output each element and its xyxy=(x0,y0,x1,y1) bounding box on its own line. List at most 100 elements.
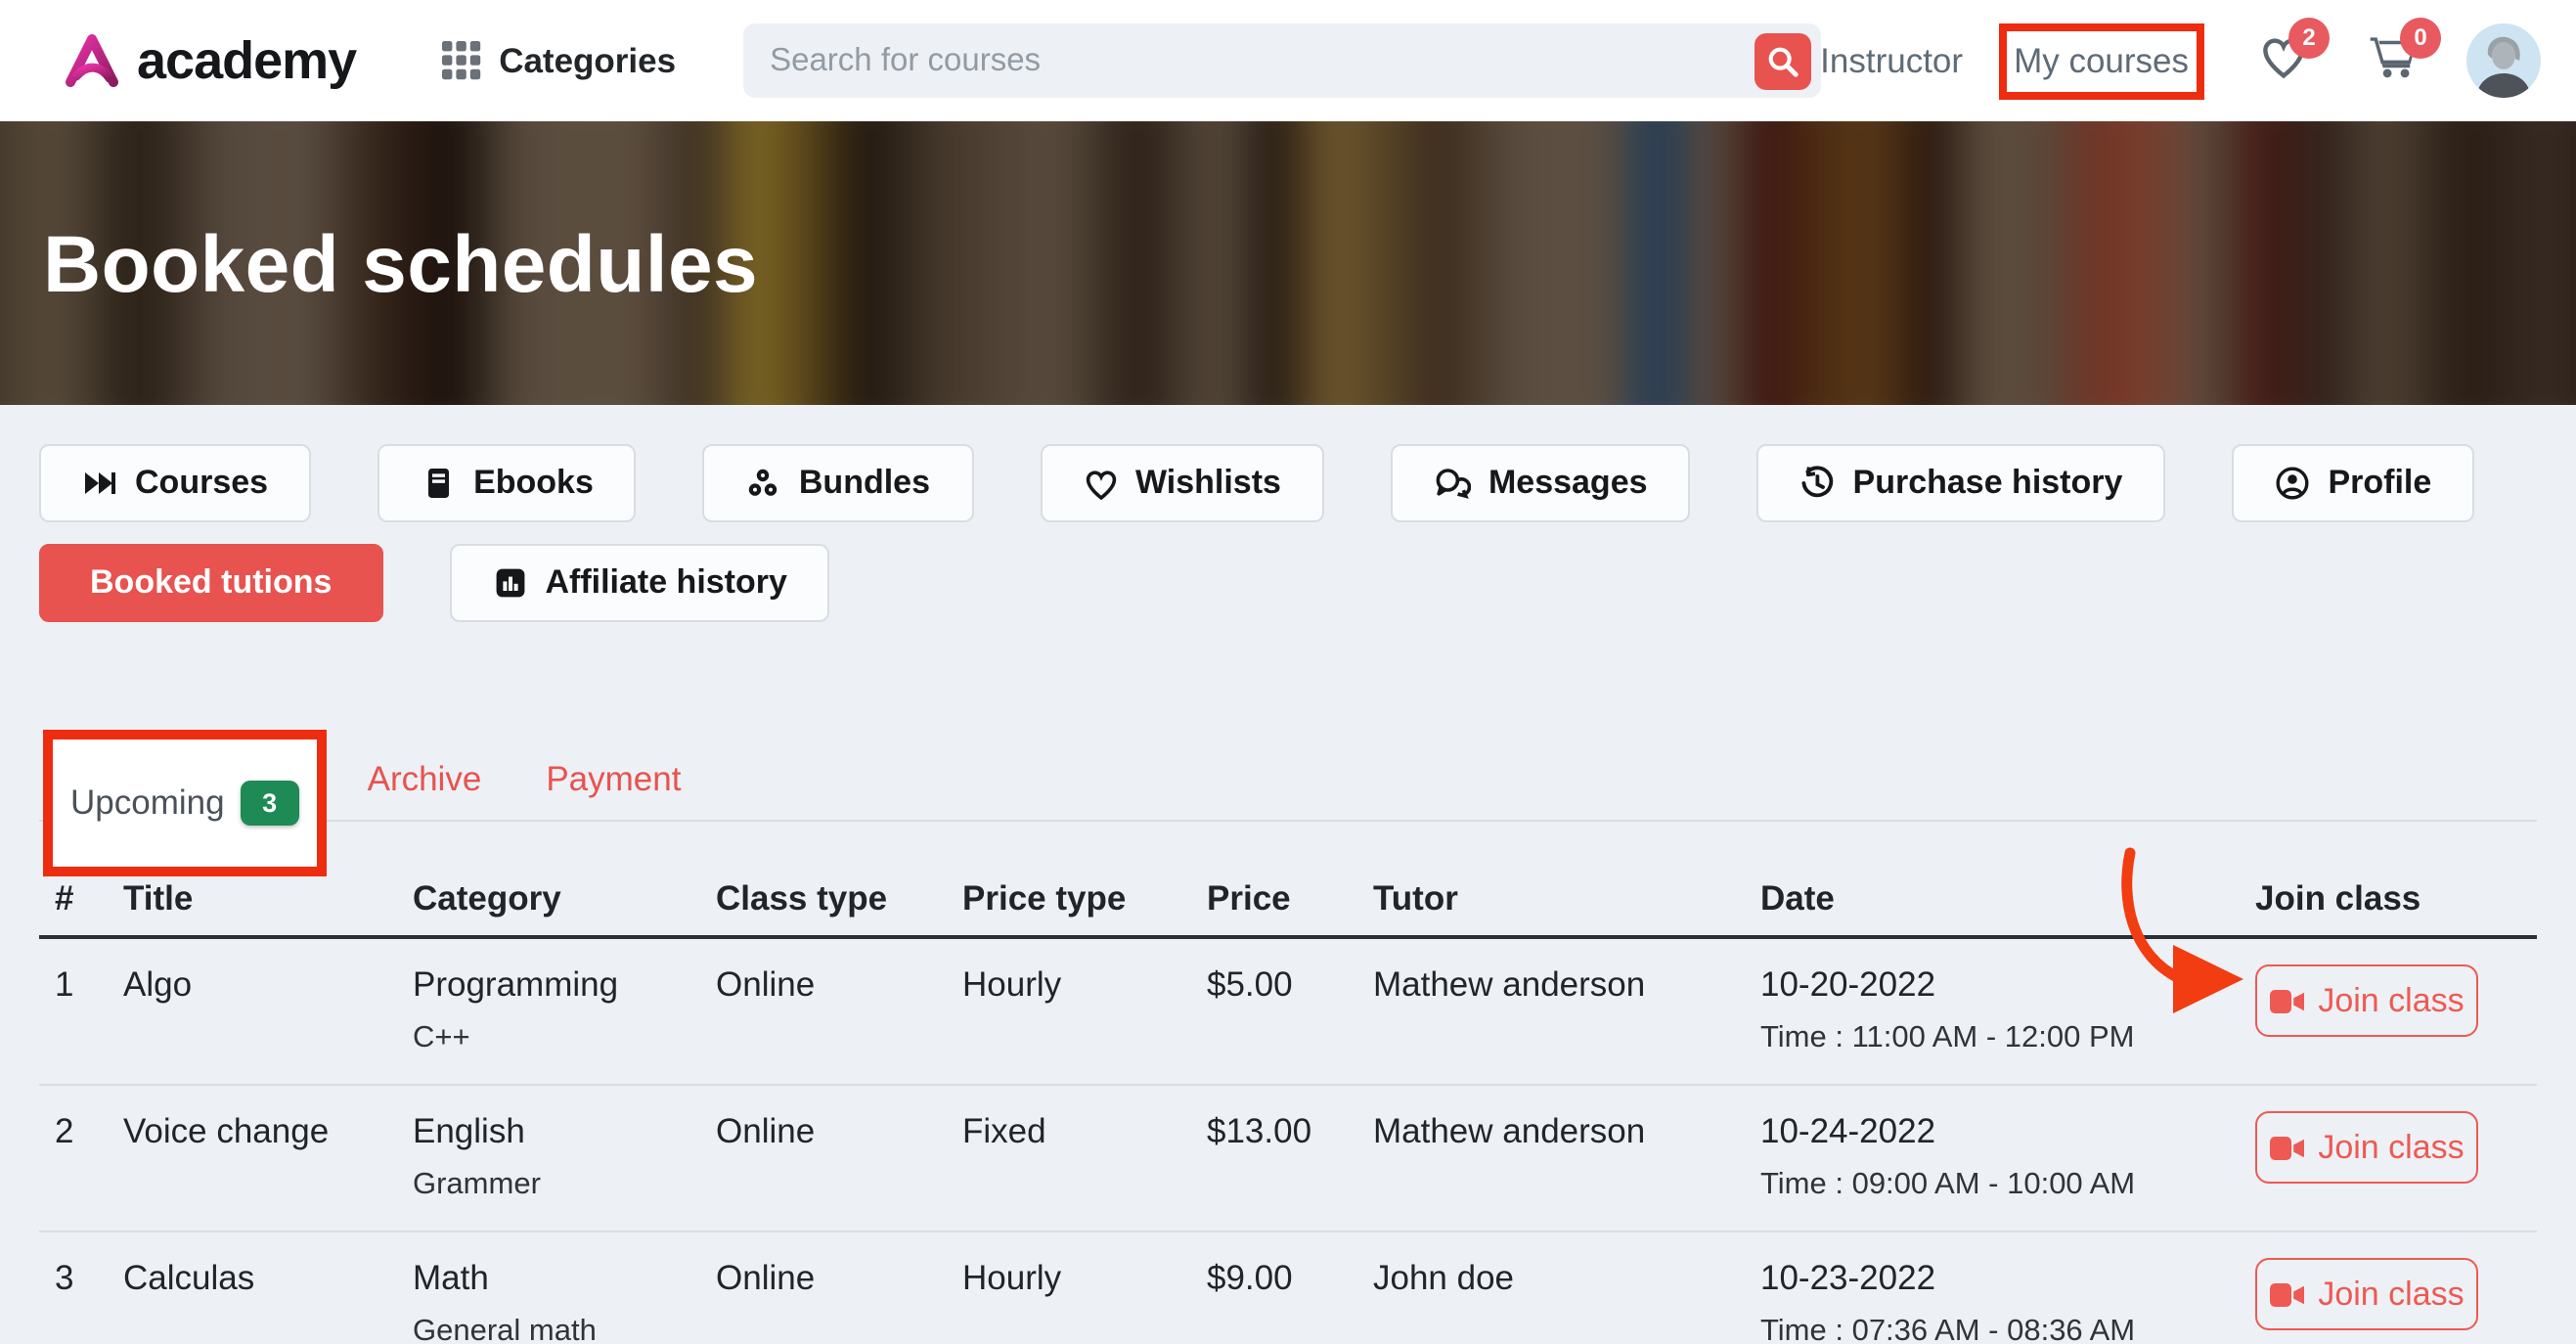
tab-payment[interactable]: Payment xyxy=(546,739,681,800)
table-header: # Title Category Class type Price type P… xyxy=(39,878,2537,939)
video-camera-icon xyxy=(2269,1280,2306,1308)
bar-chart-icon xyxy=(492,565,527,601)
chat-icon xyxy=(1434,466,1471,501)
row-price-type: Hourly xyxy=(962,964,1207,1006)
menu-bundles-button[interactable]: Bundles xyxy=(703,444,973,522)
my-courses-annotation-box: My courses xyxy=(1998,22,2204,99)
menu-label: Booked tutions xyxy=(90,563,332,603)
menu-label: Courses xyxy=(135,464,268,503)
join-class-button[interactable]: Join class xyxy=(2255,1111,2478,1184)
row-title: Algo xyxy=(123,964,413,1006)
col-price-type: Price type xyxy=(962,878,1207,919)
search-input[interactable] xyxy=(742,23,1820,98)
wishlist-button[interactable]: 2 xyxy=(2259,32,2308,89)
col-price: Price xyxy=(1207,878,1373,919)
user-icon xyxy=(2275,466,2310,501)
row-category: Math xyxy=(413,1258,696,1299)
row-subcategory: Grammer xyxy=(413,1168,696,1203)
table-row: 3 Calculas Math General math Online Hourl… xyxy=(39,1232,2537,1344)
categories-button[interactable]: Categories xyxy=(442,40,676,81)
search-bar xyxy=(742,23,1820,98)
avatar[interactable] xyxy=(2466,23,2541,98)
row-class-type: Online xyxy=(716,1258,962,1299)
col-join-class: Join class xyxy=(2255,878,2537,919)
heart-outline-icon xyxy=(1083,467,1118,500)
menu-label: Wishlists xyxy=(1135,464,1281,503)
brand-logo[interactable]: academy xyxy=(63,30,356,91)
menu-profile-button[interactable]: Profile xyxy=(2232,444,2474,522)
menu-label: Profile xyxy=(2328,464,2431,503)
row-subcategory: General math xyxy=(413,1315,696,1344)
table-row: 1 Algo Programming C++ Online Hourly $5.0… xyxy=(39,939,2537,1086)
tab-upcoming-label: Upcoming xyxy=(70,783,225,824)
menu-wishlists-button[interactable]: Wishlists xyxy=(1040,444,1324,522)
categories-label: Categories xyxy=(499,40,676,81)
account-menu-row-1: Courses Ebooks Bundles xyxy=(39,444,2537,522)
row-title: Calculas xyxy=(123,1258,413,1299)
row-num: 1 xyxy=(39,964,123,1006)
upcoming-count-badge: 3 xyxy=(241,781,299,826)
col-tutor: Tutor xyxy=(1373,878,1760,919)
booked-schedules-table: # Title Category Class type Price type P… xyxy=(39,878,2537,1344)
menu-purchase-history-button[interactable]: Purchase history xyxy=(1757,444,2166,522)
brand-name: academy xyxy=(137,30,356,91)
navbar: academy Categories xyxy=(0,0,2576,121)
menu-label: Messages xyxy=(1488,464,1648,503)
col-title: Title xyxy=(123,878,413,919)
main-content: Courses Ebooks Bundles xyxy=(0,405,2576,1344)
menu-messages-button[interactable]: Messages xyxy=(1391,444,1691,522)
bundle-icon xyxy=(746,466,781,501)
menu-booked-tutions-button[interactable]: Booked tutions xyxy=(39,544,382,622)
wishlist-count-badge: 2 xyxy=(2288,17,2330,58)
join-class-label: Join class xyxy=(2318,1128,2464,1167)
search-button[interactable] xyxy=(1754,33,1810,90)
row-num: 3 xyxy=(39,1258,123,1299)
fast-forward-icon xyxy=(82,466,117,501)
menu-ebooks-button[interactable]: Ebooks xyxy=(378,444,637,522)
row-price: $9.00 xyxy=(1207,1258,1373,1299)
row-num: 2 xyxy=(39,1111,123,1152)
table-row: 2 Voice change English Grammer Online Fix… xyxy=(39,1086,2537,1232)
schedule-tabs: Upcoming 3 Archive Payment xyxy=(39,739,2537,822)
row-time: Time : 07:36 AM - 08:36 AM xyxy=(1760,1315,2236,1344)
book-icon xyxy=(421,466,456,501)
menu-label: Bundles xyxy=(799,464,930,503)
row-class-type: Online xyxy=(716,1111,962,1152)
join-class-label: Join class xyxy=(2318,1275,2464,1314)
row-price: $5.00 xyxy=(1207,964,1373,1006)
row-price-type: Fixed xyxy=(962,1111,1207,1152)
menu-affiliate-history-button[interactable]: Affiliate history xyxy=(449,544,830,622)
row-category: English xyxy=(413,1111,696,1152)
row-class-type: Online xyxy=(716,964,962,1006)
row-price-type: Hourly xyxy=(962,1258,1207,1299)
cart-button[interactable]: 0 xyxy=(2367,32,2420,89)
page-title: Booked schedules xyxy=(0,121,2576,311)
academy-logo-icon xyxy=(63,33,121,88)
my-courses-link[interactable]: My courses xyxy=(2014,40,2189,79)
join-class-button[interactable]: Join class xyxy=(2255,1258,2478,1330)
row-subcategory: C++ xyxy=(413,1021,696,1056)
row-category: Programming xyxy=(413,964,696,1006)
col-category: Category xyxy=(413,878,716,919)
menu-label: Purchase history xyxy=(1853,464,2123,503)
search-icon xyxy=(1765,45,1799,78)
row-tutor: Mathew anderson xyxy=(1373,964,1760,1006)
instructor-link[interactable]: Instructor xyxy=(1820,40,1963,81)
row-price: $13.00 xyxy=(1207,1111,1373,1152)
video-camera-icon xyxy=(2269,1134,2306,1161)
menu-label: Ebooks xyxy=(473,464,594,503)
tab-archive[interactable]: Archive xyxy=(368,739,482,800)
history-icon xyxy=(1800,466,1836,501)
join-class-label: Join class xyxy=(2318,981,2464,1020)
row-tutor: John doe xyxy=(1373,1258,1760,1299)
row-title: Voice change xyxy=(123,1111,413,1152)
row-tutor: Mathew anderson xyxy=(1373,1111,1760,1152)
account-menu-row-2: Booked tutions Affiliate history xyxy=(39,544,2537,622)
page: academy Categories xyxy=(0,0,2576,1344)
join-class-button[interactable]: Join class xyxy=(2255,964,2478,1037)
tab-upcoming[interactable]: Upcoming 3 xyxy=(53,739,317,867)
col-num: # xyxy=(39,878,123,919)
row-time: Time : 09:00 AM - 10:00 AM xyxy=(1760,1168,2236,1203)
menu-courses-button[interactable]: Courses xyxy=(39,444,311,522)
col-date: Date xyxy=(1760,878,2255,919)
